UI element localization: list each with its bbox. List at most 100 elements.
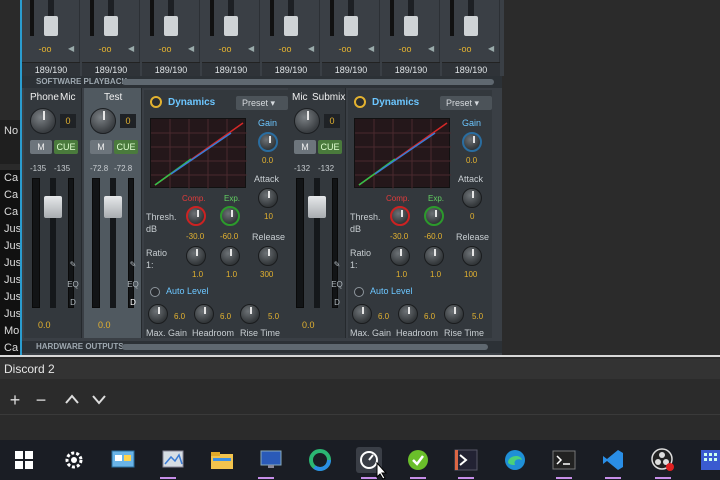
wrench-icon[interactable]: ✎	[66, 258, 80, 272]
auto-level-toggle[interactable]	[354, 287, 364, 297]
fader-handle[interactable]	[104, 196, 122, 218]
control-panel-icon[interactable]	[110, 447, 136, 473]
playback-channel: -oo ◀ 189/190	[22, 0, 80, 76]
mute-button[interactable]: M	[30, 140, 52, 154]
release-value: 300	[260, 270, 274, 279]
gain-value: 0.0	[262, 156, 274, 165]
rise-time-knob[interactable]	[240, 304, 260, 324]
greenshot-icon[interactable]	[405, 447, 431, 473]
channel-strip-test: Test 0 M CUE -72.8 -72.8 ✎ EQ D 0.0	[84, 88, 142, 338]
horizontal-scrollbar[interactable]	[122, 79, 494, 85]
gain-knob[interactable]	[30, 108, 56, 134]
horizontal-scrollbar[interactable]	[122, 344, 488, 350]
add-scene-button[interactable]: +	[5, 390, 25, 410]
fader-handle[interactable]	[44, 16, 58, 36]
mute-button[interactable]: M	[90, 140, 112, 154]
obs-icon[interactable]	[650, 447, 676, 473]
fader-value: 0.0	[38, 320, 51, 330]
comp-ratio-knob[interactable]	[186, 246, 206, 266]
pan-arrow-icon[interactable]: ◀	[428, 44, 438, 56]
fader-handle[interactable]	[464, 16, 478, 36]
attack-knob[interactable]	[462, 188, 482, 208]
comp-threshold-knob[interactable]	[390, 206, 410, 226]
monitor-icon[interactable]	[258, 447, 284, 473]
max-gain-label: Max. Gain	[146, 328, 188, 338]
fader-handle[interactable]	[104, 16, 118, 36]
exp-ratio-value: 1.0	[226, 270, 238, 279]
scene-row-selected[interactable]	[0, 359, 720, 379]
headroom-knob[interactable]	[398, 304, 418, 324]
fader-handle[interactable]	[284, 16, 298, 36]
pan-arrow-icon[interactable]: ◀	[188, 44, 198, 56]
dynamics-enable-toggle[interactable]	[150, 96, 162, 108]
pan-arrow-icon[interactable]: ◀	[308, 44, 318, 56]
fader-handle[interactable]	[224, 16, 238, 36]
gain-knob[interactable]	[462, 132, 482, 152]
exp-ratio-knob[interactable]	[424, 246, 444, 266]
exp-ratio-knob[interactable]	[220, 246, 240, 266]
thresh-unit: dB	[146, 224, 158, 234]
playback-channel: -oo ◀ 189/190	[442, 0, 500, 76]
terminal-icon[interactable]	[551, 447, 577, 473]
cue-button[interactable]: CUE	[318, 140, 342, 154]
auto-level-toggle[interactable]	[150, 287, 160, 297]
pan-arrow-icon[interactable]: ◀	[248, 44, 258, 56]
dynamics-button[interactable]: D	[126, 296, 140, 310]
fader-handle[interactable]	[164, 16, 178, 36]
powershell-icon[interactable]	[453, 447, 479, 473]
calculator-icon[interactable]	[698, 447, 720, 473]
wrench-icon[interactable]: ✎	[126, 258, 140, 272]
eq-button[interactable]: EQ	[66, 278, 80, 292]
settings-icon[interactable]	[61, 447, 87, 473]
wrench-icon[interactable]: ✎	[330, 258, 344, 272]
dynamics-curve-graph	[354, 118, 451, 189]
cue-button[interactable]: CUE	[54, 140, 78, 154]
fader-handle[interactable]	[404, 16, 418, 36]
remove-scene-button[interactable]: −	[31, 390, 51, 410]
vscode-icon[interactable]	[600, 447, 626, 473]
level-meter	[92, 178, 100, 308]
cue-button[interactable]: CUE	[114, 140, 138, 154]
move-down-button[interactable]	[89, 390, 109, 410]
headroom-knob[interactable]	[194, 304, 214, 324]
edge-icon[interactable]	[502, 447, 528, 473]
release-knob[interactable]	[258, 246, 278, 266]
gain-knob[interactable]	[294, 108, 320, 134]
eq-button[interactable]: EQ	[330, 278, 344, 292]
curve-graph-icon	[355, 119, 451, 189]
exp-threshold-knob[interactable]	[424, 206, 444, 226]
gain-knob[interactable]	[258, 132, 278, 152]
pan-arrow-icon[interactable]: ◀	[488, 44, 498, 56]
attack-label: Attack	[254, 174, 280, 184]
max-gain-knob[interactable]	[148, 304, 168, 324]
pan-arrow-icon[interactable]: ◀	[128, 44, 138, 56]
file-explorer-icon[interactable]	[209, 447, 235, 473]
fader-value: -oo	[398, 44, 412, 54]
max-gain-knob[interactable]	[352, 304, 372, 324]
release-knob[interactable]	[462, 246, 482, 266]
fader-handle[interactable]	[44, 196, 62, 218]
move-up-button[interactable]	[62, 390, 82, 410]
preset-dropdown[interactable]: Preset ▾	[236, 96, 288, 110]
pan-arrow-icon[interactable]: ◀	[68, 44, 78, 56]
dynamics-button[interactable]: D	[66, 296, 80, 310]
dynamics-enable-toggle[interactable]	[354, 96, 366, 108]
fader-handle[interactable]	[308, 196, 326, 218]
dynamics-button[interactable]: D	[330, 296, 344, 310]
comp-ratio-knob[interactable]	[390, 246, 410, 266]
rise-time-knob[interactable]	[444, 304, 464, 324]
ring-app-icon[interactable]	[307, 447, 333, 473]
windows-start-icon[interactable]	[11, 447, 37, 473]
pan-arrow-icon[interactable]: ◀	[368, 44, 378, 56]
photos-icon[interactable]	[160, 447, 186, 473]
exp-threshold-knob[interactable]	[220, 206, 240, 226]
fader-value: -oo	[98, 44, 112, 54]
eq-button[interactable]: EQ	[126, 278, 140, 292]
mute-button[interactable]: M	[294, 140, 316, 154]
preset-dropdown[interactable]: Preset ▾	[440, 96, 492, 110]
fader-handle[interactable]	[344, 16, 358, 36]
comp-threshold-knob[interactable]	[186, 206, 206, 226]
gain-knob[interactable]	[90, 108, 116, 134]
exp-threshold-value: -60.0	[220, 232, 239, 241]
attack-knob[interactable]	[258, 188, 278, 208]
